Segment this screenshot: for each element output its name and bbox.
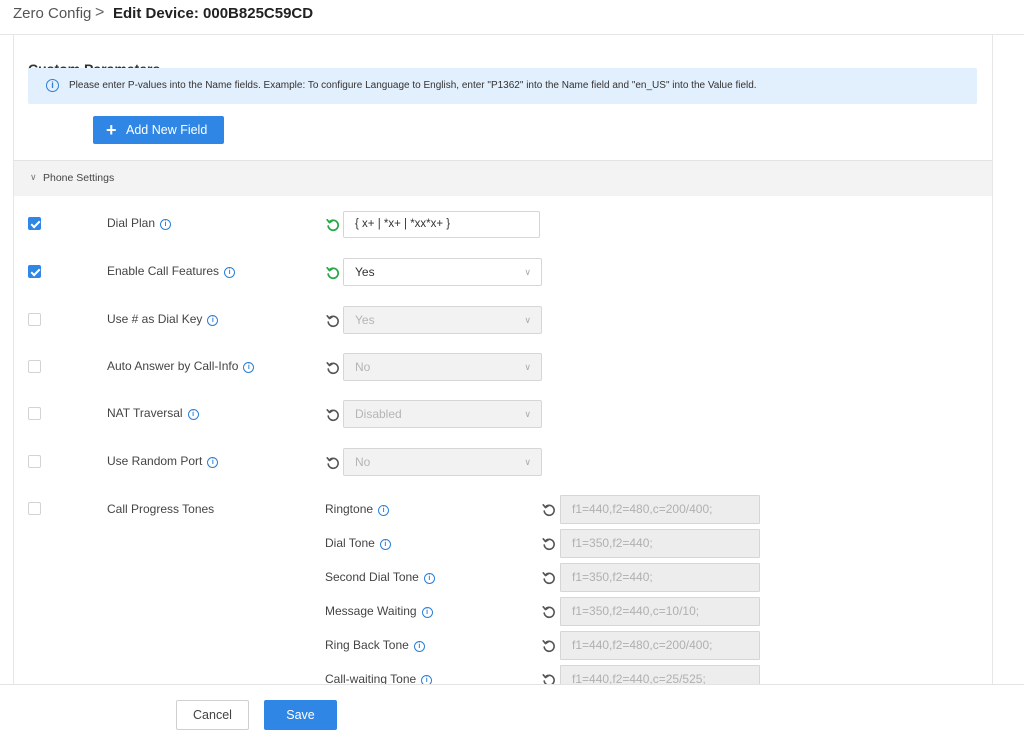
- enable-call-features-value: Yes: [355, 265, 375, 279]
- add-new-field-button[interactable]: + Add New Field: [93, 116, 224, 144]
- enable-call-features-select[interactable]: Yes ∨: [343, 258, 542, 286]
- reset-icon[interactable]: [326, 361, 340, 375]
- second-dial-tone-input: f1=350,f2=440;: [560, 563, 760, 592]
- auto-answer-value: No: [355, 360, 371, 374]
- footer-bar: Cancel Save: [0, 684, 1024, 750]
- info-icon[interactable]: i: [187, 409, 199, 420]
- info-icon[interactable]: i: [207, 315, 219, 326]
- info-icon[interactable]: i: [413, 641, 425, 652]
- reset-icon[interactable]: [542, 537, 556, 551]
- use-hash-dial-key-label-text: Use # as Dial Key: [107, 312, 203, 326]
- nat-traversal-checkbox[interactable]: [28, 407, 41, 420]
- info-text: Please enter P-values into the Name fiel…: [69, 80, 757, 91]
- info-icon[interactable]: i: [421, 607, 433, 618]
- use-hash-dial-key-checkbox[interactable]: [28, 313, 41, 326]
- message-waiting-input: f1=350,f2=440,c=10/10;: [560, 597, 760, 626]
- save-button[interactable]: Save: [264, 700, 337, 730]
- reset-icon[interactable]: [542, 503, 556, 517]
- ring-back-tone-label-text: Ring Back Tone: [325, 638, 409, 652]
- use-random-port-select: No ∨: [343, 448, 542, 476]
- info-icon[interactable]: i: [243, 362, 255, 373]
- cancel-button[interactable]: Cancel: [176, 700, 249, 730]
- enable-call-features-label-text: Enable Call Features: [107, 264, 220, 278]
- chevron-down-icon: ∨: [524, 409, 531, 419]
- use-random-port-label: Use Random Port i: [107, 454, 219, 468]
- use-random-port-label-text: Use Random Port: [107, 454, 203, 468]
- auto-answer-label-text: Auto Answer by Call-Info: [107, 359, 239, 373]
- call-waiting-tone-input: f1=440,f2=440,c=25/525;: [560, 665, 760, 684]
- enable-call-features-checkbox[interactable]: [28, 265, 41, 278]
- info-icon[interactable]: i: [423, 573, 435, 584]
- info-icon[interactable]: i: [224, 267, 236, 278]
- chevron-down-icon: ∨: [524, 315, 531, 325]
- reset-icon[interactable]: [542, 673, 556, 684]
- call-progress-tones-label: Call Progress Tones: [107, 502, 215, 516]
- phone-settings-group[interactable]: ∨ Phone Settings: [14, 160, 992, 196]
- reset-icon[interactable]: [542, 571, 556, 585]
- reset-icon[interactable]: [542, 605, 556, 619]
- reset-icon[interactable]: [326, 408, 340, 422]
- call-waiting-tone-label-text: Call-waiting Tone: [325, 672, 417, 684]
- reset-icon[interactable]: [326, 314, 340, 328]
- ringtone-input: f1=440,f2=480,c=200/400;: [560, 495, 760, 524]
- info-banner: i Please enter P-values into the Name fi…: [28, 68, 977, 104]
- use-random-port-value: No: [355, 455, 371, 469]
- info-icon[interactable]: i: [207, 457, 219, 468]
- dial-tone-label-text: Dial Tone: [325, 536, 375, 550]
- dial-tone-input: f1=350,f2=440;: [560, 529, 760, 558]
- phone-settings-label: Phone Settings: [43, 172, 115, 184]
- use-random-port-checkbox[interactable]: [28, 455, 41, 468]
- ring-back-tone-input: f1=440,f2=480,c=200/400;: [560, 631, 760, 660]
- chevron-down-icon: ∨: [524, 457, 531, 467]
- dial-plan-label-text: Dial Plan: [107, 216, 156, 230]
- dial-plan-checkbox[interactable]: [28, 217, 41, 230]
- dial-plan-input[interactable]: { x+ | *x+ | *xx*x+ }: [343, 211, 540, 238]
- reset-icon[interactable]: [326, 218, 340, 232]
- ring-back-tone-label: Ring Back Tone i: [325, 638, 425, 652]
- auto-answer-select: No ∨: [343, 353, 542, 381]
- chevron-down-icon: ∨: [524, 267, 531, 277]
- chevron-down-icon: ∨: [524, 362, 531, 372]
- reset-icon[interactable]: [326, 266, 340, 280]
- dial-tone-label: Dial Tone i: [325, 536, 391, 550]
- second-dial-tone-label-text: Second Dial Tone: [325, 570, 419, 584]
- call-progress-tones-checkbox[interactable]: [28, 502, 41, 515]
- plus-icon: +: [106, 120, 117, 140]
- auto-answer-checkbox[interactable]: [28, 360, 41, 373]
- nat-traversal-label-text: NAT Traversal: [107, 406, 183, 420]
- breadcrumb-separator: >: [95, 4, 105, 21]
- info-icon[interactable]: i: [378, 505, 390, 516]
- second-dial-tone-label: Second Dial Tone i: [325, 570, 435, 584]
- breadcrumb-zero-config[interactable]: Zero Config: [13, 5, 91, 22]
- auto-answer-label: Auto Answer by Call-Info i: [107, 359, 255, 373]
- info-icon: i: [46, 79, 59, 92]
- dial-plan-label: Dial Plan i: [107, 216, 172, 230]
- page-title: Edit Device: 000B825C59CD: [113, 5, 314, 22]
- message-waiting-label-text: Message Waiting: [325, 604, 417, 618]
- nat-traversal-select: Disabled ∨: [343, 400, 542, 428]
- info-icon[interactable]: i: [160, 219, 172, 230]
- enable-call-features-label: Enable Call Features i: [107, 264, 236, 278]
- chevron-down-icon[interactable]: ∨: [30, 172, 37, 183]
- add-new-field-label: Add New Field: [126, 123, 208, 137]
- message-waiting-label: Message Waiting i: [325, 604, 433, 618]
- call-waiting-tone-label: Call-waiting Tone i: [325, 672, 433, 684]
- info-icon[interactable]: i: [421, 675, 433, 684]
- settings-panel: Custom Parameters i Please enter P-value…: [13, 34, 993, 684]
- reset-icon[interactable]: [542, 639, 556, 653]
- nat-traversal-label: NAT Traversal i: [107, 406, 199, 420]
- use-hash-dial-key-label: Use # as Dial Key i: [107, 312, 219, 326]
- use-hash-dial-key-select: Yes ∨: [343, 306, 542, 334]
- ringtone-label-text: Ringtone: [325, 502, 374, 516]
- reset-icon[interactable]: [326, 456, 340, 470]
- use-hash-dial-key-value: Yes: [355, 313, 375, 327]
- nat-traversal-value: Disabled: [355, 407, 402, 421]
- page-header: Zero Config > Edit Device: 000B825C59CD: [0, 0, 1024, 35]
- ringtone-label: Ringtone i: [325, 502, 390, 516]
- info-icon[interactable]: i: [379, 539, 391, 550]
